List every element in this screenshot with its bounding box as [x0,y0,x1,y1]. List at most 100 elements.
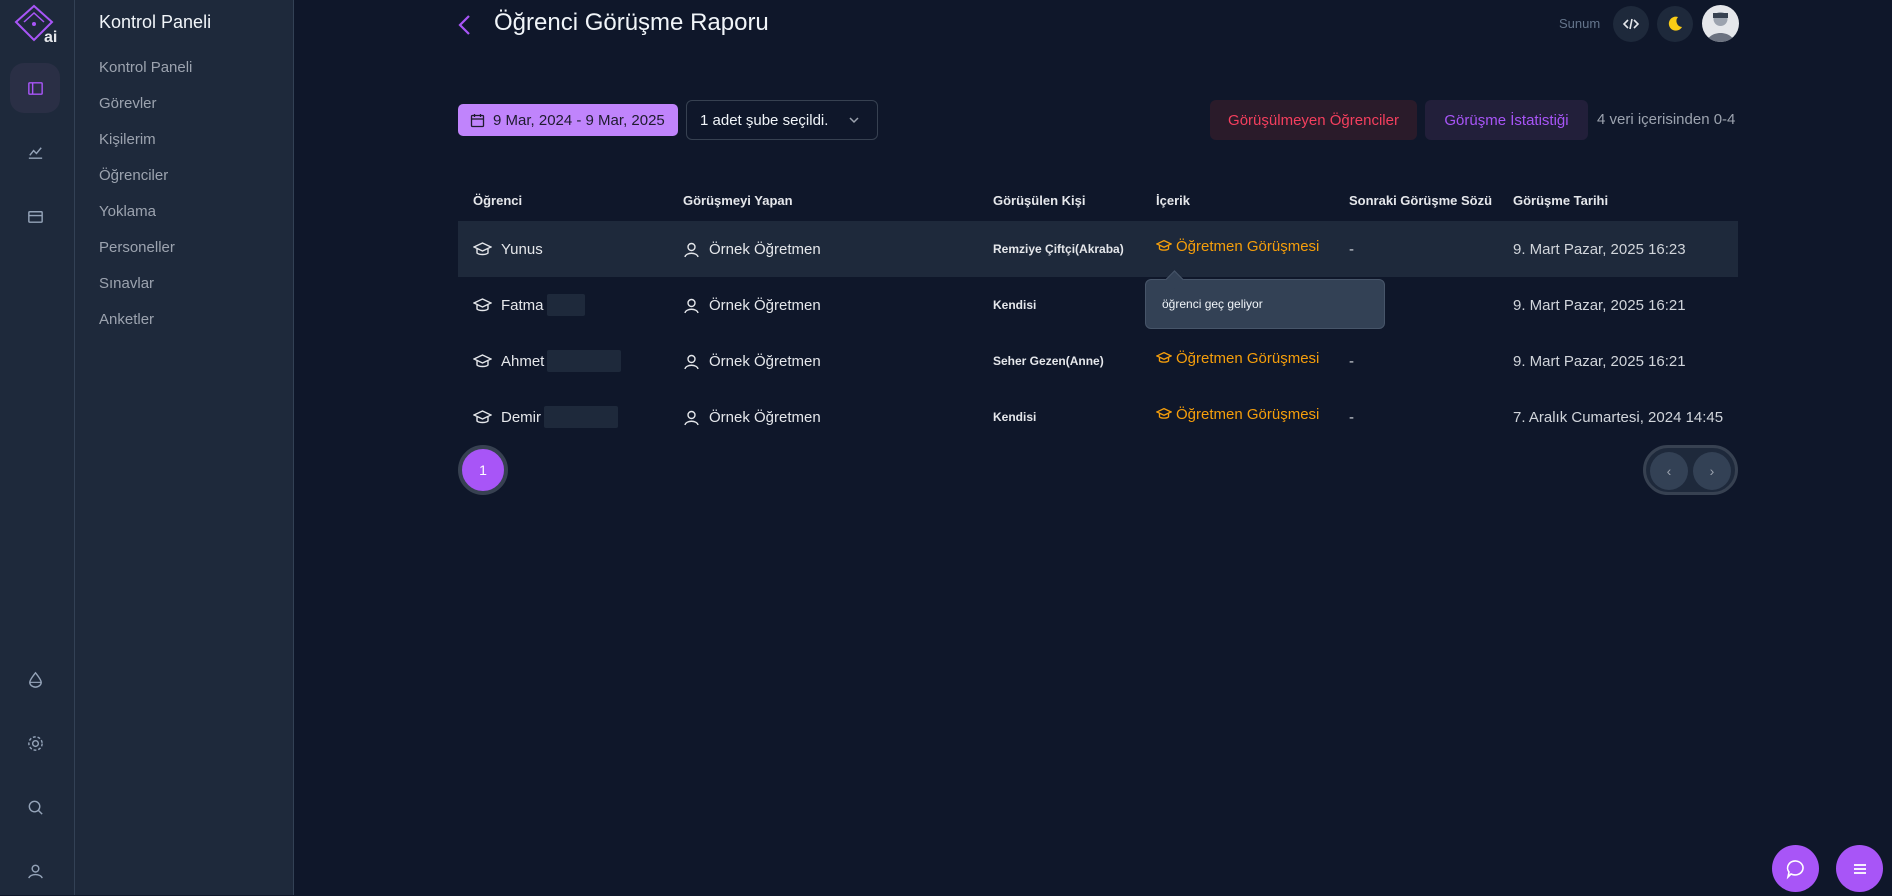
interviewer-name: Örnek Öğretmen [709,296,821,314]
date-cell: 9. Mart Pazar, 2025 16:21 [1513,352,1686,370]
interviewer-cell: Örnek Öğretmen [683,389,821,445]
content-cell[interactable]: Öğretmen Görüşmesi [1156,330,1319,386]
sidebar-item-kisilerim[interactable]: Kişilerim [99,131,156,148]
sidebar: Kontrol Paneli Kontrol Paneli Görevler K… [75,0,294,895]
student-cell: Yunus [473,221,543,277]
date-range-picker[interactable]: 9 Mar, 2024 - 9 Mar, 2025 [458,104,678,136]
interview-stats-button[interactable]: Görüşme İstatistiği [1425,100,1588,140]
page-title: Öğrenci Görüşme Raporu [494,9,769,36]
icon-rail: ai [0,0,75,895]
logo-icon[interactable]: ai [10,2,60,46]
student-name: Demir [501,408,541,426]
back-arrow-icon[interactable] [455,13,475,37]
person-cell: Seher Gezen(Anne) [993,354,1104,368]
record-count: 4 veri içerisinden 0-4 [1597,111,1736,128]
user-icon[interactable] [10,846,60,896]
chevron-down-icon [849,117,859,124]
graduation-cap-icon [473,409,492,423]
sunum-label[interactable]: Sunum [1559,16,1600,31]
person-cell: Remziye Çiftçi(Akraba) [993,242,1124,256]
next-cell: - [1349,240,1354,258]
table-row[interactable]: Demir Örnek Öğretmen Kendisi Öğretmen Gö… [458,389,1738,445]
calendar-icon [470,113,485,127]
tooltip-text: öğrenci geç geliyor [1162,297,1263,311]
person-cell: Kendisi [993,410,1037,424]
avatar[interactable] [1702,5,1739,42]
table-row[interactable]: Yunus Örnek Öğretmen Remziye Çiftçi(Akra… [458,221,1738,277]
person-icon [684,298,699,313]
date-cell: 9. Mart Pazar, 2025 16:23 [1513,240,1686,258]
sidebar-item-gorevler[interactable]: Görevler [99,95,157,112]
branch-select[interactable]: 1 adet şube seçildi. [686,100,878,140]
interviewer-cell: Örnek Öğretmen [683,221,821,277]
person-icon [684,354,699,369]
column-header-interviewer[interactable]: Görüşmeyi Yapan [683,193,793,208]
graduation-cap-icon [1156,351,1172,363]
student-name: Fatma [501,296,544,314]
chat-icon[interactable] [1772,845,1819,892]
column-header-date[interactable]: Görüşme Tarihi [1513,193,1608,208]
menu-icon[interactable] [1836,845,1883,892]
sidebar-item-kontrol-paneli[interactable]: Kontrol Paneli [99,59,192,76]
column-header-content[interactable]: İçerik [1156,193,1190,208]
panel-icon[interactable] [10,63,60,113]
content-text: Öğretmen Görüşmesi [1176,405,1320,423]
table-row[interactable]: Ahmet Örnek Öğretmen Seher Gezen(Anne) Ö… [458,333,1738,389]
graduation-cap-icon [1156,239,1172,251]
redaction-mask [544,406,618,428]
inbox-icon[interactable] [10,191,60,241]
redaction-mask [546,294,585,316]
graduation-cap-icon [473,353,492,367]
code-icon[interactable] [1613,6,1649,42]
graduation-cap-icon [473,297,492,311]
settings-icon[interactable] [10,718,60,768]
next-page-button[interactable]: › [1693,452,1731,490]
page-button-1[interactable]: 1 [458,445,508,495]
interviewer-name: Örnek Öğretmen [709,352,821,370]
date-range-label: 9 Mar, 2024 - 9 Mar, 2025 [493,111,665,129]
table-row[interactable]: Fatma Örnek Öğretmen Kendisi 9. Mart Paz… [458,277,1738,333]
person-cell: Kendisi [993,298,1037,312]
sidebar-item-sinavlar[interactable]: Sınavlar [99,275,154,292]
date-cell: 9. Mart Pazar, 2025 16:21 [1513,296,1686,314]
student-name: Ahmet [501,352,545,370]
column-header-next[interactable]: Sonraki Görüşme Sözü [1349,193,1492,208]
student-cell: Fatma [473,277,585,333]
student-cell: Demir [473,389,618,445]
interviewer-name: Örnek Öğretmen [709,240,821,258]
prev-page-button[interactable]: ‹ [1650,452,1688,490]
sidebar-title: Kontrol Paneli [99,12,212,32]
unmet-students-button[interactable]: Görüşülmeyen Öğrenciler [1210,100,1417,140]
branch-select-value: 1 adet şube seçildi. [700,111,829,129]
droplet-icon[interactable] [10,654,60,704]
column-header-student[interactable]: Öğrenci [473,193,522,208]
content-text: Öğretmen Görüşmesi [1176,237,1320,255]
redaction-mask [547,350,622,372]
person-icon [684,242,699,257]
student-cell: Ahmet [473,333,622,389]
content-text: Öğretmen Görüşmesi [1176,349,1320,367]
moon-icon[interactable] [1657,6,1693,42]
interviewer-cell: Örnek Öğretmen [683,333,821,389]
interviewer-name: Örnek Öğretmen [709,408,821,426]
date-cell: 7. Aralık Cumartesi, 2024 14:45 [1513,408,1724,426]
sidebar-item-anketler[interactable]: Anketler [99,311,154,328]
next-cell: - [1349,408,1354,426]
column-header-person[interactable]: Görüşülen Kişi [993,193,1085,208]
svg-text:ai: ai [44,29,57,46]
search-icon[interactable] [10,782,60,832]
sidebar-item-personeller[interactable]: Personeller [99,239,175,256]
student-name: Yunus [501,240,543,258]
chart-icon[interactable] [10,127,60,177]
graduation-cap-icon [1156,407,1172,419]
sidebar-item-yoklama[interactable]: Yoklama [99,203,156,220]
sidebar-item-ogrenciler[interactable]: Öğrenciler [99,167,168,184]
content-tooltip: öğrenci geç geliyor [1145,279,1385,329]
graduation-cap-icon [473,241,492,255]
content-cell[interactable]: Öğretmen Görüşmesi [1156,218,1319,274]
interviewer-cell: Örnek Öğretmen [683,277,821,333]
next-cell: - [1349,352,1354,370]
person-icon [684,410,699,425]
content-cell[interactable]: Öğretmen Görüşmesi [1156,386,1319,442]
pager-controls: ‹ › [1643,445,1738,495]
